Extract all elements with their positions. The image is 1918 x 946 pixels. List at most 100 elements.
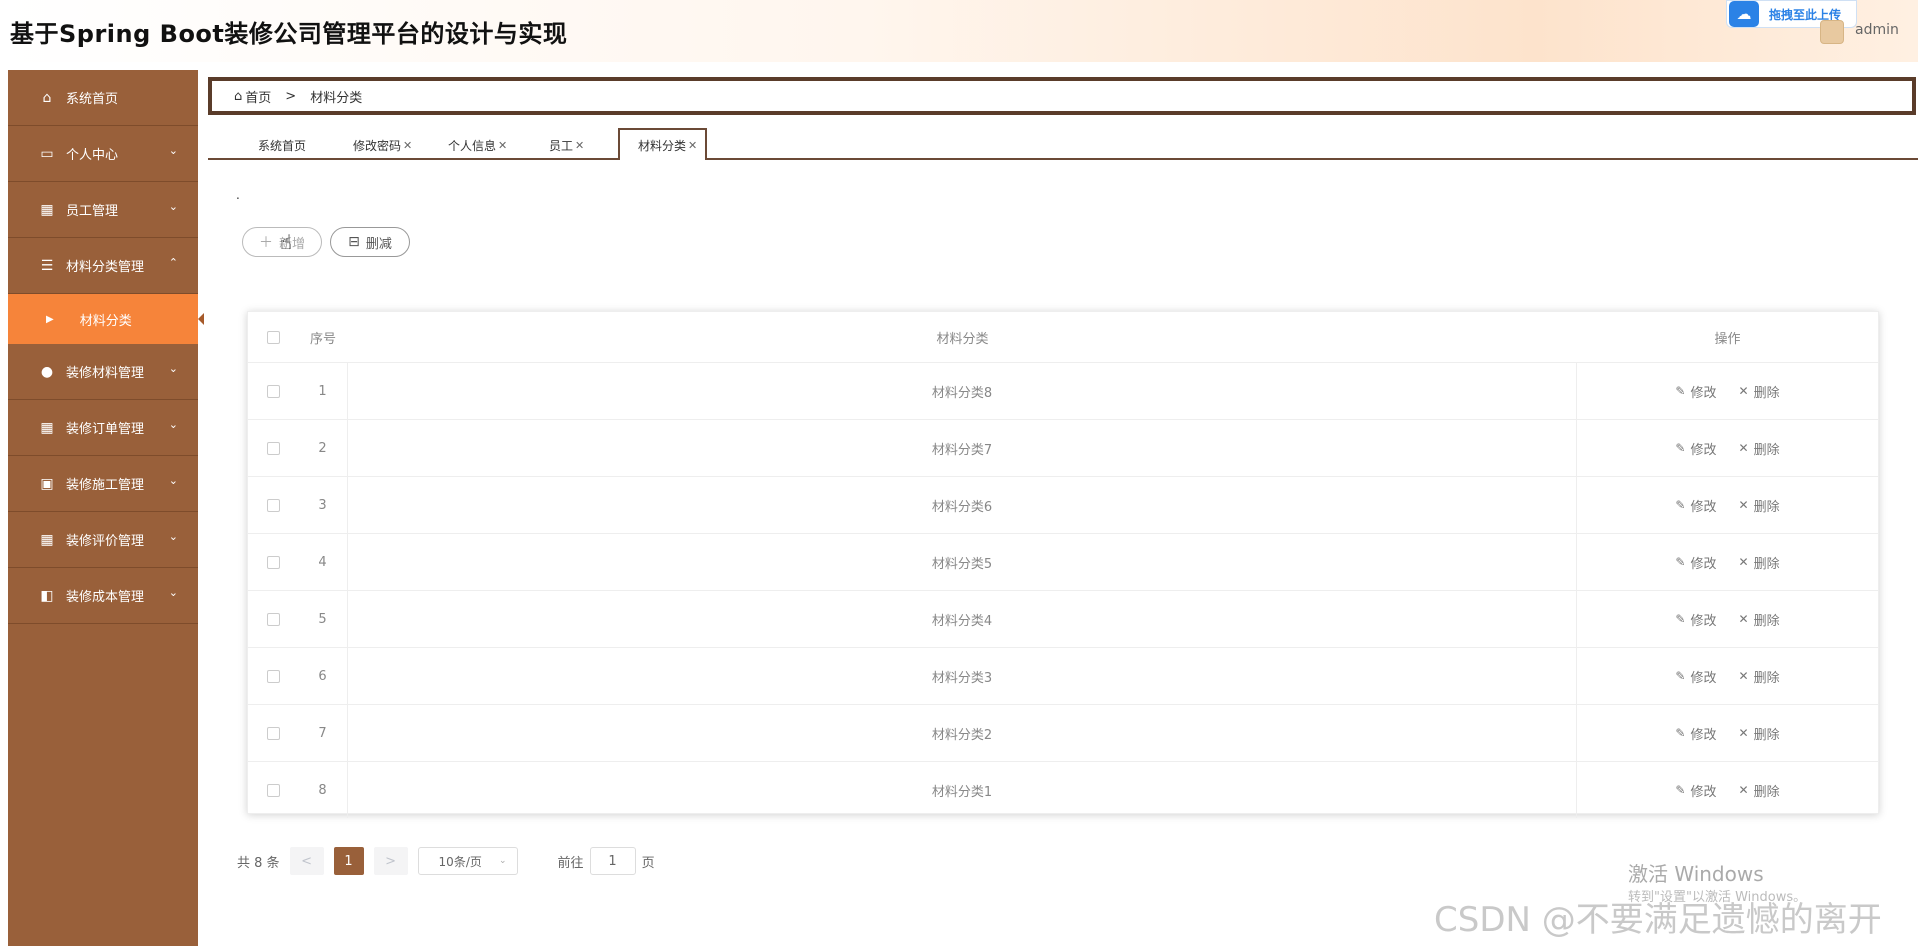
goto-page-input[interactable]: 1 <box>589 847 636 875</box>
row-actions: ✎ 修改 ✕ 删除 <box>1577 382 1878 401</box>
close-icon: ✕ <box>1738 669 1749 683</box>
row-actions: ✎ 修改 ✕ 删除 <box>1577 496 1878 515</box>
tab-change-password[interactable]: 修改密码 ✕ <box>353 130 412 160</box>
breadcrumb-home[interactable]: 首页 <box>245 87 271 106</box>
pencil-icon: ✎ <box>1675 498 1686 512</box>
delete-label: 删除 <box>1753 670 1780 686</box>
grid-icon: ▦ <box>40 531 54 548</box>
edit-button[interactable]: ✎ 修改 <box>1675 781 1716 800</box>
pencil-icon: ✎ <box>1675 555 1686 569</box>
table-row: 2 材料分类7 ✎ 修改 ✕ 删除 <box>248 419 1878 476</box>
goto-prefix: 前往 <box>557 855 584 871</box>
row-checkbox[interactable] <box>266 441 280 455</box>
delete-button[interactable]: ✕ 删除 <box>1739 781 1780 800</box>
row-checkbox[interactable] <box>266 726 280 740</box>
sidebar-subitem-material-category[interactable]: ▶ 材料分类 <box>8 294 204 344</box>
row-select-cell <box>248 498 298 512</box>
breadcrumb-separator: > <box>285 88 297 104</box>
row-checkbox[interactable] <box>266 555 280 569</box>
delete-label: 删除 <box>1753 613 1780 629</box>
close-icon[interactable]: ✕ <box>498 139 507 152</box>
close-icon[interactable]: ✕ <box>688 139 697 152</box>
prev-page-button[interactable]: < <box>289 847 324 875</box>
edit-button[interactable]: ✎ 修改 <box>1675 439 1716 458</box>
card-icon: ▭ <box>40 145 54 162</box>
tab-home[interactable]: 系统首页 <box>258 130 306 160</box>
row-name: 材料分类7 <box>348 420 1577 476</box>
chevron-up-icon: ⌃ <box>168 256 178 269</box>
delete-button[interactable]: ✕ 删除 <box>1739 667 1780 686</box>
table-row: 7 材料分类2 ✎ 修改 ✕ 删除 <box>248 704 1878 761</box>
username[interactable]: admin <box>1855 22 1899 38</box>
table-row: 5 材料分类4 ✎ 修改 ✕ 删除 <box>248 590 1878 647</box>
row-checkbox[interactable] <box>266 498 280 512</box>
edit-label: 修改 <box>1690 556 1717 572</box>
pencil-icon: ✎ <box>1675 783 1686 797</box>
next-page-button[interactable]: > <box>373 847 408 875</box>
row-checkbox[interactable] <box>266 384 280 398</box>
sidebar-item-materials[interactable]: ● 装修材料管理 ⌄ <box>8 344 198 400</box>
sidebar-item-reviews[interactable]: ▦ 装修评价管理 ⌄ <box>8 512 198 568</box>
row-checkbox[interactable] <box>266 612 280 626</box>
chevron-down-icon: ⌄ <box>499 856 507 866</box>
csdn-watermark: CSDN @不要满足遗憾的离开 <box>1434 900 1882 940</box>
sidebar-item-employees[interactable]: ▦ 员工管理 ⌄ <box>8 182 198 238</box>
select-all-cell <box>248 330 298 344</box>
close-icon[interactable]: ✕ <box>403 139 412 152</box>
pencil-icon: ✎ <box>1675 441 1686 455</box>
row-select-cell <box>248 669 298 683</box>
delete-button[interactable]: ✕ 删除 <box>1739 724 1780 743</box>
tab-employee[interactable]: 员工 ✕ <box>549 130 584 160</box>
row-name: 材料分类8 <box>348 363 1577 419</box>
sidebar-item-costs[interactable]: ◧ 装修成本管理 ⌄ <box>8 568 198 624</box>
chevron-down-icon: ⌄ <box>168 586 178 599</box>
breadcrumb: ⌂ 首页 > 材料分类 <box>208 77 1916 115</box>
sidebar-item-personal[interactable]: ▭ 个人中心 ⌄ <box>8 126 198 182</box>
delete-button[interactable]: ✕ 删除 <box>1739 610 1780 629</box>
sidebar-item-construction[interactable]: ▣ 装修施工管理 ⌄ <box>8 456 198 512</box>
delete-button[interactable]: ✕ 删除 <box>1739 439 1780 458</box>
delete-button[interactable]: ✕ 删除 <box>1739 553 1780 572</box>
tab-bar: 系统首页 修改密码 ✕ 个人信息 ✕ 员工 ✕ 材料分类 ✕ <box>208 126 1918 160</box>
hand-cursor-icon: ☝ <box>280 230 293 254</box>
page-size-value: 10条/页 <box>438 854 482 869</box>
select-all-checkbox[interactable] <box>266 330 280 344</box>
row-name: 材料分类2 <box>348 705 1577 761</box>
batch-delete-button[interactable]: ⊟ 删减 <box>330 227 410 257</box>
pencil-icon: ✎ <box>1675 669 1686 683</box>
row-checkbox[interactable] <box>266 669 280 683</box>
edit-button[interactable]: ✎ 修改 <box>1675 610 1716 629</box>
edit-button[interactable]: ✎ 修改 <box>1675 724 1716 743</box>
sidebar-item-material-category[interactable]: ☰ 材料分类管理 ⌃ <box>8 238 198 294</box>
avatar[interactable] <box>1820 20 1844 44</box>
edit-button[interactable]: ✎ 修改 <box>1675 382 1716 401</box>
tab-material-category[interactable]: 材料分类 ✕ <box>618 128 708 160</box>
minus-square-icon: ⊟ <box>348 234 360 250</box>
pencil-icon: ✎ <box>1675 384 1686 398</box>
breadcrumb-current: 材料分类 <box>310 90 363 106</box>
header-ops: 操作 <box>1714 331 1741 347</box>
wallet-icon: ◧ <box>40 587 54 604</box>
close-icon[interactable]: ✕ <box>575 139 584 152</box>
list-icon: ☰ <box>40 257 54 274</box>
page-1-button[interactable]: 1 <box>333 847 364 875</box>
clipboard-icon: ▣ <box>40 475 54 492</box>
row-checkbox[interactable] <box>266 783 280 797</box>
chevron-down-icon: ⌄ <box>168 474 178 487</box>
edit-label: 修改 <box>1690 499 1717 515</box>
edit-button[interactable]: ✎ 修改 <box>1675 667 1716 686</box>
edit-button[interactable]: ✎ 修改 <box>1675 553 1716 572</box>
pagination-total: 共 8 条 <box>237 855 280 871</box>
close-icon: ✕ <box>1738 783 1749 797</box>
row-name: 材料分类4 <box>348 591 1577 647</box>
row-select-cell <box>248 384 298 398</box>
table-row: 8 材料分类1 ✎ 修改 ✕ 删除 <box>248 761 1878 818</box>
sidebar-item-orders[interactable]: ▦ 装修订单管理 ⌄ <box>8 400 198 456</box>
delete-button[interactable]: ✕ 删除 <box>1739 496 1780 515</box>
delete-button[interactable]: ✕ 删除 <box>1739 382 1780 401</box>
page-size-select[interactable]: 10条/页 ⌄ <box>417 847 518 875</box>
edit-button[interactable]: ✎ 修改 <box>1675 496 1716 515</box>
row-index: 1 <box>298 363 348 419</box>
sidebar-item-home[interactable]: ⌂ 系统首页 <box>8 70 198 126</box>
tab-personal-info[interactable]: 个人信息 ✕ <box>448 130 507 160</box>
